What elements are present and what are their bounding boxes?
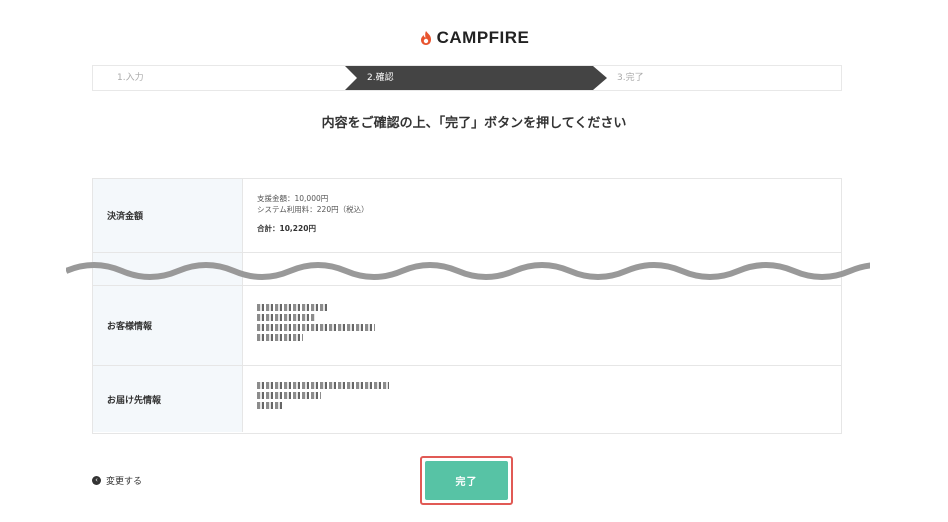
step-indicator: 1.入力 2.確認 3.完了 <box>92 65 842 91</box>
change-link-label: 変更する <box>106 477 143 487</box>
step-input: 1.入力 <box>117 73 144 83</box>
customer-row: お客様情報 <box>93 286 841 366</box>
logo: CAMPFIRE <box>0 28 948 48</box>
flame-icon <box>420 31 431 45</box>
support-amount: 支援金額：10,000円 <box>257 194 329 203</box>
change-link[interactable]: ‹ 変更する <box>92 474 142 487</box>
customer-details-redacted <box>257 304 387 344</box>
complete-button[interactable]: 完了 <box>425 461 508 500</box>
wavy-separator <box>66 262 870 280</box>
page-title: 内容をご確認の上、「完了」ボタンを押してください <box>321 116 627 131</box>
chevron-left-icon: ‹ <box>92 476 101 485</box>
customer-label: お客様情報 <box>93 286 243 365</box>
complete-button-highlight: 完了 <box>420 456 513 505</box>
system-fee: システム利用料：220円（税込） <box>257 205 369 214</box>
delivery-details-redacted <box>257 382 397 412</box>
delivery-label: お届け先情報 <box>93 366 243 432</box>
brand-name: CAMPFIRE <box>436 28 530 47</box>
payment-details: 支援金額：10,000円 システム利用料：220円（税込） 合計：10,220円 <box>257 193 369 234</box>
step-complete: 3.完了 <box>617 73 644 83</box>
confirm-table-bottom: お客様情報 お届け先情報 <box>92 262 842 434</box>
delivery-row: お届け先情報 <box>93 366 841 432</box>
payment-label: 決済金額 <box>93 179 243 252</box>
step-confirm: 2.確認 <box>367 73 394 83</box>
payment-row: 決済金額 支援金額：10,000円 システム利用料：220円（税込） 合計：10… <box>93 179 841 253</box>
total-amount: 合計：10,220円 <box>257 224 316 233</box>
